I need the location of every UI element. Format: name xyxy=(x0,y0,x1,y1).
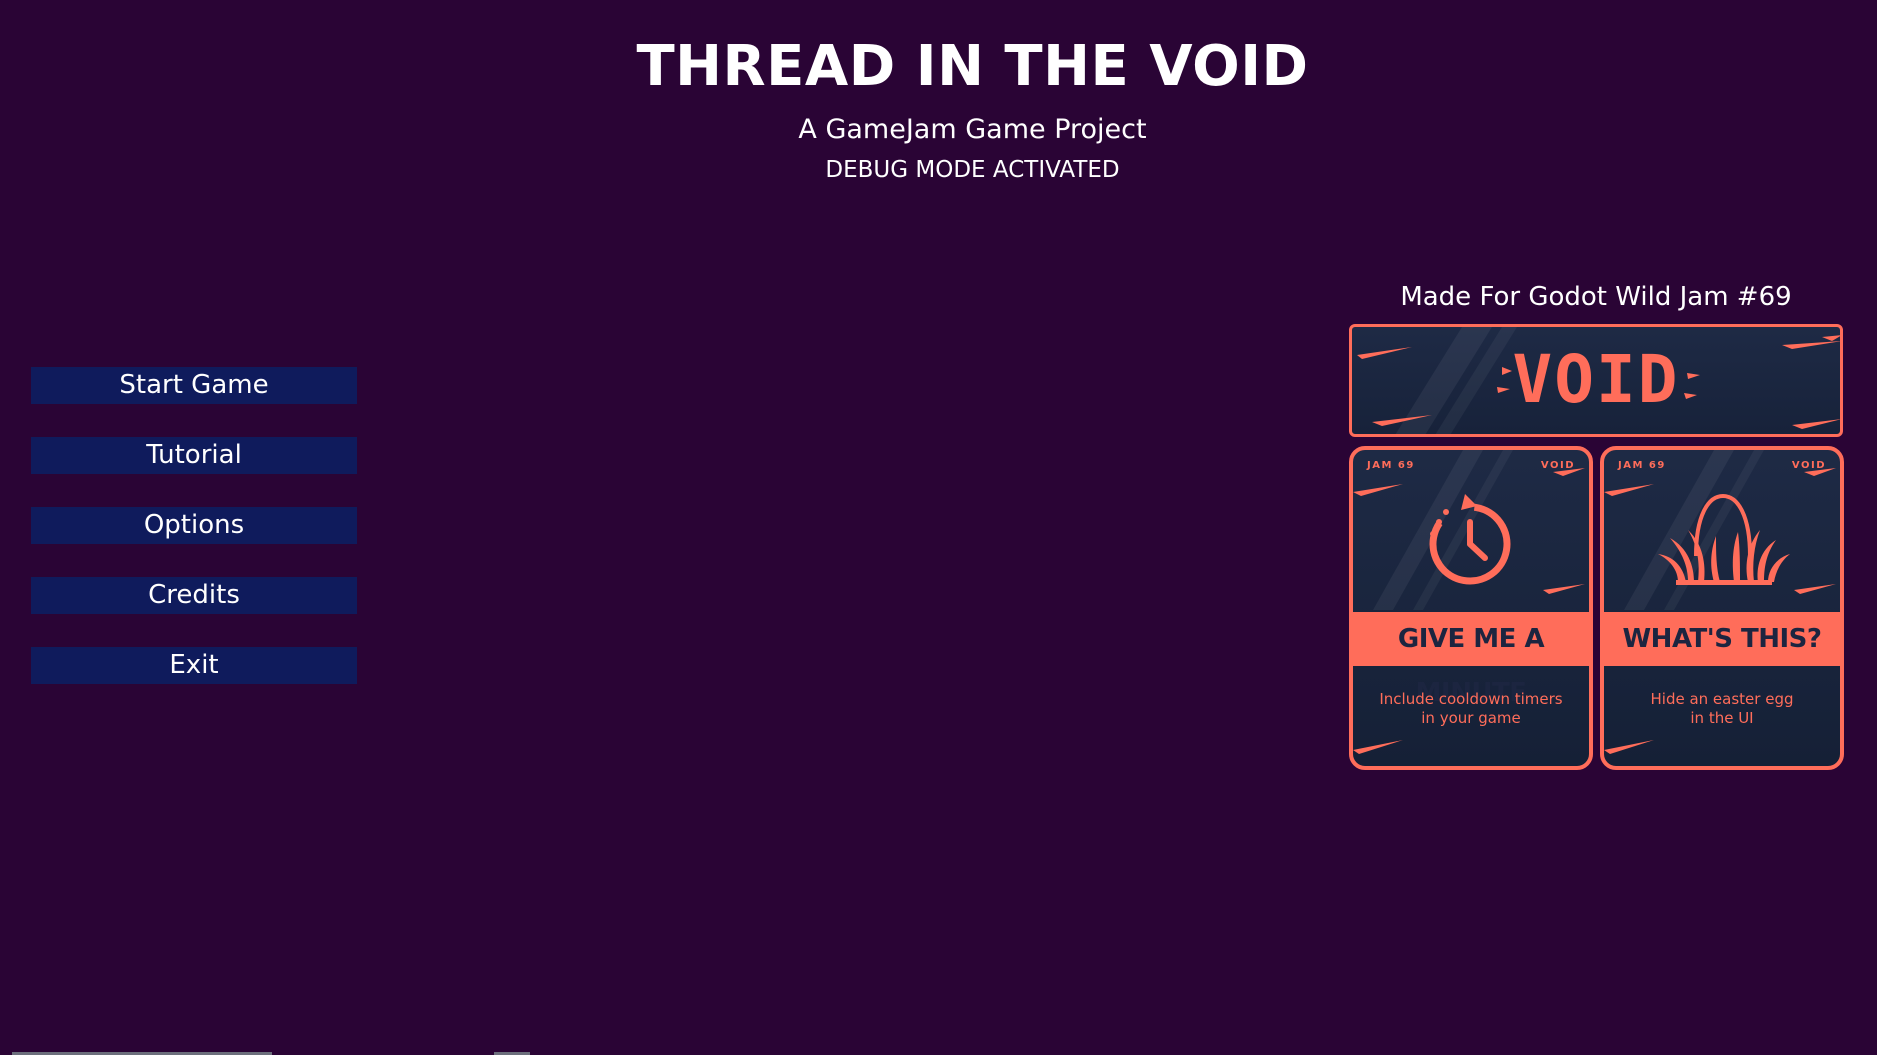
card-description-line: Include cooldown timers xyxy=(1379,690,1563,708)
debug-mode-label: DEBUG MODE ACTIVATED xyxy=(825,157,1120,183)
card-header: JAM 69 VOID xyxy=(1618,460,1826,471)
card-description-line: Hide an easter egg xyxy=(1650,690,1794,708)
stopwatch-icon xyxy=(1429,494,1511,585)
start-game-button[interactable]: Start Game xyxy=(31,367,357,404)
credits-button[interactable]: Credits xyxy=(31,577,357,614)
card-description-line: in the UI xyxy=(1690,709,1754,727)
exit-button[interactable]: Exit xyxy=(31,647,357,684)
card-description-line: in your game xyxy=(1421,709,1521,727)
void-theme-banner: VOID xyxy=(1349,324,1843,437)
egg-in-grass-icon xyxy=(1658,493,1790,585)
card-description: Include cooldown timers in your game xyxy=(1363,690,1579,728)
card-title: WHAT'S THIS? xyxy=(1604,612,1840,666)
theme-card-whats-this: JAM 69 VOID WHAT'S THIS? Hide an easter … xyxy=(1600,446,1844,770)
card-theme-tag: VOID xyxy=(1791,460,1826,471)
card-description: Hide an easter egg in the UI xyxy=(1614,690,1830,728)
main-menu: Start Game Tutorial Options Credits Exit xyxy=(31,367,357,717)
tutorial-button[interactable]: Tutorial xyxy=(31,437,357,474)
void-word: VOID xyxy=(1512,341,1680,418)
card-title: GIVE ME A MINUTE xyxy=(1353,612,1589,708)
card-header: JAM 69 VOID xyxy=(1367,460,1575,471)
card-jam-tag: JAM 69 xyxy=(1367,460,1415,471)
theme-card-give-me-a-minute: JAM 69 VOID GIVE ME A MINUTE Include coo… xyxy=(1349,446,1593,770)
options-button[interactable]: Options xyxy=(31,507,357,544)
card-jam-tag: JAM 69 xyxy=(1618,460,1666,471)
game-title: THREAD IN THE VOID xyxy=(636,34,1309,99)
jam-label: Made For Godot Wild Jam #69 xyxy=(1400,282,1792,312)
game-subtitle: A GameJam Game Project xyxy=(798,114,1147,145)
card-theme-tag: VOID xyxy=(1540,460,1575,471)
